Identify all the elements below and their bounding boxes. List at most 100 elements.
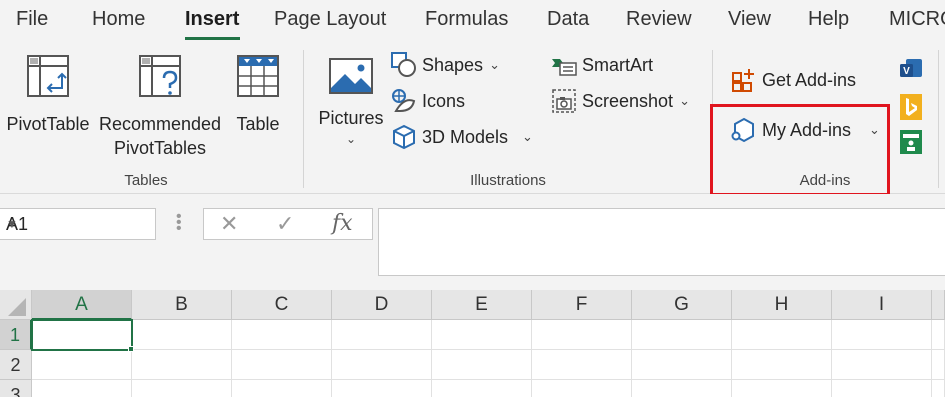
bing-maps-icon[interactable]	[900, 94, 922, 120]
cell[interactable]	[32, 350, 132, 380]
pictures-dropdown-icon: ⌄	[345, 132, 357, 146]
cell[interactable]	[232, 350, 332, 380]
3d-models-button[interactable]: 3D Models ⌄	[390, 122, 533, 152]
table-button[interactable]: Table	[228, 52, 288, 136]
fill-handle[interactable]	[128, 346, 134, 352]
tab-view[interactable]: View	[728, 8, 771, 31]
cell[interactable]	[732, 320, 832, 350]
cell[interactable]	[132, 350, 232, 380]
tab-review[interactable]: Review	[626, 8, 692, 31]
tab-home[interactable]: Home	[92, 8, 145, 31]
screenshot-dropdown-icon: ⌄	[679, 93, 690, 108]
cancel-icon[interactable]: ✕	[220, 211, 238, 237]
formula-buttons: ✕ ✓ fx	[203, 208, 373, 240]
visio-icon[interactable]: V	[898, 56, 924, 82]
pivottable-button[interactable]: PivotTable	[2, 52, 94, 136]
column-header-a[interactable]: A	[32, 290, 132, 320]
cell[interactable]	[932, 350, 945, 380]
shapes-label: Shapes	[422, 54, 484, 75]
select-all-corner[interactable]	[0, 290, 32, 320]
cell[interactable]	[132, 380, 232, 397]
active-cell-a1[interactable]	[31, 319, 133, 351]
cell[interactable]	[732, 380, 832, 397]
smartart-button[interactable]: SmartArt	[550, 50, 653, 80]
spreadsheet-grid: A B C D E F G H I 1 2 3	[0, 290, 945, 397]
cell[interactable]	[532, 380, 632, 397]
icons-label: Icons	[422, 90, 466, 111]
cell[interactable]	[832, 380, 932, 397]
cell[interactable]	[332, 350, 432, 380]
pictures-icon	[329, 58, 373, 94]
name-box[interactable]: A1 ▼	[0, 208, 156, 240]
cell[interactable]	[232, 380, 332, 397]
3d-models-dropdown-icon: ⌄	[522, 129, 533, 144]
recommended-label-line2: PivotTables	[113, 138, 207, 158]
cell[interactable]	[632, 320, 732, 350]
cell[interactable]	[732, 350, 832, 380]
tab-formulas[interactable]: Formulas	[425, 8, 508, 31]
column-header-f[interactable]: F	[532, 290, 632, 320]
column-header-e[interactable]: E	[432, 290, 532, 320]
pivottable-label: PivotTable	[6, 114, 90, 134]
row-header-2[interactable]: 2	[0, 350, 32, 380]
cell[interactable]	[332, 320, 432, 350]
cell[interactable]	[632, 350, 732, 380]
row-header-1[interactable]: 1	[0, 320, 32, 350]
pictures-button[interactable]: Pictures ⌄	[316, 56, 386, 146]
insert-function-icon[interactable]: fx	[332, 211, 353, 236]
people-graph-icon[interactable]	[900, 130, 922, 154]
column-header-b[interactable]: B	[132, 290, 232, 320]
cell[interactable]	[132, 320, 232, 350]
group-separator	[938, 50, 939, 188]
recommended-pivottables-icon	[139, 55, 181, 97]
tables-group-label: Tables	[124, 172, 168, 189]
menu-bar: File Home Insert Page Layout Formulas Da…	[0, 0, 945, 42]
get-add-ins-button[interactable]: Get Add-ins	[730, 65, 856, 95]
column-header-h[interactable]: H	[732, 290, 832, 320]
active-tab-indicator	[185, 37, 240, 40]
formula-input[interactable]	[378, 208, 945, 276]
tab-page-layout[interactable]: Page Layout	[274, 8, 386, 31]
cell[interactable]	[332, 380, 432, 397]
cell[interactable]	[832, 320, 932, 350]
cell[interactable]	[532, 320, 632, 350]
cell[interactable]	[432, 350, 532, 380]
tab-data[interactable]: Data	[547, 8, 589, 31]
add-ins-highlight-box	[710, 104, 890, 196]
cell[interactable]	[232, 320, 332, 350]
shapes-button[interactable]: Shapes ⌄	[390, 50, 500, 80]
column-header-c[interactable]: C	[232, 290, 332, 320]
svg-text:V: V	[903, 66, 910, 77]
column-header-i[interactable]: I	[832, 290, 932, 320]
tab-micro[interactable]: MICRO	[889, 8, 945, 31]
tab-insert[interactable]: Insert	[185, 8, 239, 31]
enter-icon[interactable]: ✓	[276, 211, 294, 237]
cell[interactable]	[932, 320, 945, 350]
icons-button[interactable]: Icons	[390, 86, 465, 116]
cell[interactable]	[432, 320, 532, 350]
3d-models-label: 3D Models	[422, 126, 509, 147]
cell[interactable]	[532, 350, 632, 380]
shapes-dropdown-icon: ⌄	[489, 57, 500, 72]
recommended-pivottables-button[interactable]: Recommended PivotTables	[96, 52, 224, 160]
get-add-ins-icon	[732, 69, 754, 92]
column-header-g[interactable]: G	[632, 290, 732, 320]
formula-bar-area: A1 ▼ • • • ✕ ✓ fx	[0, 194, 945, 290]
cell[interactable]	[832, 350, 932, 380]
icons-icon	[392, 89, 416, 112]
column-header-d[interactable]: D	[332, 290, 432, 320]
cell[interactable]	[932, 380, 945, 397]
cell[interactable]	[32, 380, 132, 397]
row-header-3[interactable]: 3	[0, 380, 32, 397]
cell[interactable]	[632, 380, 732, 397]
tab-help[interactable]: Help	[808, 8, 849, 31]
name-box-dropdown-icon[interactable]: ▼	[6, 217, 147, 231]
tab-file[interactable]: File	[16, 8, 48, 31]
screenshot-button[interactable]: Screenshot ⌄	[550, 86, 690, 116]
group-separator	[303, 50, 304, 188]
column-header-partial[interactable]	[932, 290, 945, 320]
cell[interactable]	[432, 380, 532, 397]
table-label: Table	[236, 114, 280, 134]
shapes-icon	[391, 52, 416, 77]
formula-bar-splitter[interactable]: • • •	[176, 209, 182, 237]
